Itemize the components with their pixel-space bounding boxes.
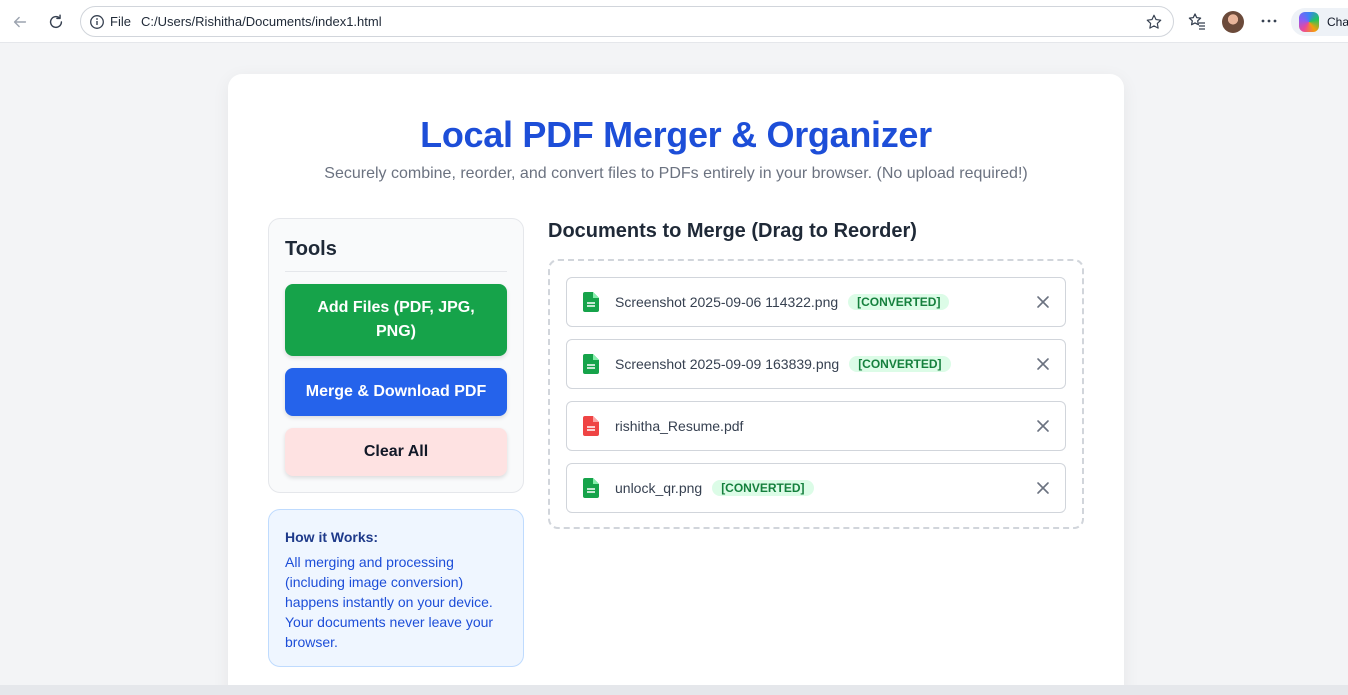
url-text[interactable]: C:/Users/Rishitha/Documents/index1.html bbox=[141, 14, 382, 29]
ellipsis-icon bbox=[1261, 19, 1277, 23]
back-arrow-icon bbox=[13, 16, 27, 28]
page-title: Local PDF Merger & Organizer bbox=[420, 114, 932, 155]
divider bbox=[285, 271, 507, 272]
copilot-label: Cha bbox=[1327, 15, 1348, 29]
remove-file-icon[interactable] bbox=[1035, 356, 1051, 372]
file-item[interactable]: rishitha_Resume.pdf bbox=[566, 401, 1066, 451]
file-name: Screenshot 2025-09-09 163839.png [CONVERT… bbox=[615, 356, 951, 372]
info-icon[interactable] bbox=[89, 14, 105, 30]
converted-badge: [CONVERTED] bbox=[849, 356, 951, 372]
back-button[interactable] bbox=[7, 9, 33, 35]
clear-all-button[interactable]: Clear All bbox=[285, 428, 507, 476]
favorites-button[interactable] bbox=[1187, 11, 1207, 31]
reload-button[interactable] bbox=[43, 9, 69, 35]
green-document-icon bbox=[583, 354, 599, 374]
file-name: unlock_qr.png [CONVERTED] bbox=[615, 480, 814, 496]
remove-file-icon[interactable] bbox=[1035, 418, 1051, 434]
remove-file-icon[interactable] bbox=[1035, 480, 1051, 496]
converted-badge: [CONVERTED] bbox=[848, 294, 950, 310]
green-document-icon bbox=[583, 292, 599, 312]
red-pdf-icon bbox=[583, 416, 599, 436]
app-card: Local PDF Merger & Organizer Securely co… bbox=[228, 74, 1124, 695]
file-item[interactable]: Screenshot 2025-09-06 114322.png [CONVERT… bbox=[566, 277, 1066, 327]
merge-download-button[interactable]: Merge & Download PDF bbox=[285, 368, 507, 416]
green-document-icon bbox=[583, 478, 599, 498]
favorite-star-icon[interactable] bbox=[1145, 13, 1163, 31]
converted-badge: [CONVERTED] bbox=[712, 480, 814, 496]
file-name: Screenshot 2025-09-06 114322.png [CONVERT… bbox=[615, 294, 950, 310]
tools-panel: Tools Add Files (PDF, JPG, PNG) Merge & … bbox=[268, 218, 524, 493]
profile-avatar[interactable] bbox=[1222, 11, 1244, 33]
reload-icon bbox=[49, 14, 63, 29]
copilot-button[interactable]: Cha bbox=[1291, 8, 1348, 36]
copilot-logo-icon bbox=[1299, 12, 1319, 32]
file-item[interactable]: unlock_qr.png [CONVERTED] bbox=[566, 463, 1066, 513]
browser-toolbar: File C:/Users/Rishitha/Documents/index1.… bbox=[0, 0, 1348, 43]
remove-file-icon[interactable] bbox=[1035, 294, 1051, 310]
add-files-button[interactable]: Add Files (PDF, JPG, PNG) bbox=[285, 284, 507, 356]
favorites-list-icon bbox=[1188, 13, 1205, 30]
documents-heading: Documents to Merge (Drag to Reorder) bbox=[548, 220, 917, 242]
how-it-works-text: All merging and processing (including im… bbox=[285, 554, 494, 650]
page-subtitle: Securely combine, reorder, and convert f… bbox=[324, 165, 1028, 182]
document-dropzone[interactable]: Screenshot 2025-09-06 114322.png [CONVERT… bbox=[548, 259, 1084, 529]
address-bar[interactable]: File C:/Users/Rishitha/Documents/index1.… bbox=[80, 6, 1174, 37]
how-it-works-heading: How it Works: bbox=[285, 529, 379, 545]
file-name: rishitha_Resume.pdf bbox=[615, 418, 744, 434]
tools-heading: Tools bbox=[285, 238, 337, 260]
bottom-edge bbox=[0, 685, 1348, 695]
file-item[interactable]: Screenshot 2025-09-09 163839.png [CONVERT… bbox=[566, 339, 1066, 389]
more-menu-button[interactable] bbox=[1259, 11, 1279, 31]
how-it-works-panel: How it Works: All merging and processing… bbox=[268, 509, 524, 667]
url-scheme-label: File bbox=[110, 14, 131, 29]
